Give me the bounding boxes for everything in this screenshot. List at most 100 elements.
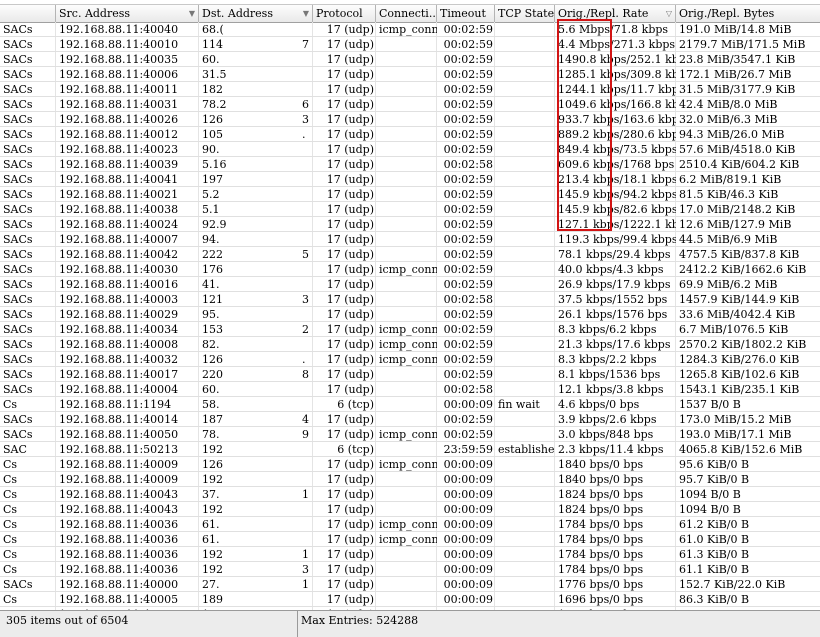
rate-cell: 1784 bps/0 bps [558,533,644,546]
bytes-cell: 61.3 KiB/0 B [679,548,750,561]
table-row[interactable]: SACs 192.168.88.11:40017 220 8 17 (udp) 00:02… [0,367,820,382]
column-header-protocol[interactable]: Protocol [313,5,376,22]
table-row[interactable]: SAC 192.168.88.11:50213 192 6 (tcp) 23:59:59… [0,442,820,457]
table-row[interactable]: SACs 192.168.88.11:40040 68.(17 (udp) icmp_… [0,22,820,37]
table-row[interactable]: SACs 192.168.88.11:40006 31.5 17 (udp) 00:02… [0,67,820,82]
dst-address-cell: 126. [199,352,313,367]
column-menu-icon[interactable]: ▼ [303,5,309,22]
table-row[interactable]: SACs 192.168.88.11:40031 78.2 6 17 (udp) 00:0… [0,97,820,112]
table-row[interactable]: SACs 192.168.88.11:40004 60. 17 (udp) 00:02:… [0,382,820,397]
protocol-cell: 17 (udp) [326,383,374,396]
table-row[interactable]: Cs 192.168.88.11:40009 192 17 (udp) 00:00:09… [0,472,820,487]
column-header-flags[interactable] [0,5,56,22]
table-row[interactable]: SACs 192.168.88.11:40024 92.9 17 (udp) 00:02… [0,217,820,232]
dst-address-cell: 105. [199,127,313,142]
flags-cell: Cs [3,548,18,561]
table-row[interactable]: SACs 192.168.88.11:40000 27. 1 17 (udp) 00:00… [0,577,820,592]
table-row[interactable]: SACs 192.168.88.11:40042 222 5 17 (udp) 00:02… [0,247,820,262]
timeout-cell: 00:02:59 [443,203,493,216]
tcp-state-cell [495,307,555,322]
connection-cell [376,382,437,397]
dst-address-suffix: 6 [302,98,309,111]
tcp-state-cell [495,142,555,157]
table-row[interactable]: SACs 192.168.88.11:40012 105. 17 (udp) 00:02… [0,127,820,142]
bytes-cell: 1457.9 KiB/144.9 KiB [679,293,800,306]
table-row[interactable]: SACs 192.168.88.11:40030 176 17 (udp) icmp_c… [0,262,820,277]
table-row[interactable]: SACs 192.168.88.11:40050 78. 9 17 (udp) icmp_… [0,427,820,442]
table-row[interactable]: Cs 192.168.88.11:40036 192 1 17 (udp) 00:00:0… [0,547,820,562]
protocol-cell: 17 (udp) [326,563,374,576]
bytes-cell: 2412.2 KiB/1662.6 KiB [679,263,807,276]
table-row[interactable]: SACs 192.168.88.11:40021 5.2 17 (udp) 00:02:… [0,187,820,202]
table-row[interactable]: SACs 192.168.88.11:40007 94. 17 (udp) 00:02:… [0,232,820,247]
tcp-state-cell [495,67,555,82]
rate-cell: 8.3 kbps/2.2 kbps [558,353,657,366]
table-row[interactable]: Cs 192.168.88.11:40036 61. 17 (udp) icmp_con… [0,517,820,532]
src-address-cell: 192.168.88.11:40008 [59,338,179,351]
src-address-cell: 192.168.88.11:40017 [59,368,179,381]
rate-cell: 21.3 kbps/17.6 kbps [558,338,671,351]
tcp-state-cell [495,37,555,52]
rate-cell: 1784 bps/0 bps [558,563,644,576]
table-row[interactable]: Cs 192.168.88.11:40043 192 17 (udp) 00:00:09… [0,502,820,517]
table-row[interactable]: SACs 192.168.88.11:40014 187 4 17 (udp) 00:02… [0,412,820,427]
table-row[interactable]: SACs 192.168.88.11:40034 153 2 17 (udp) icmp_… [0,322,820,337]
column-menu-icon[interactable]: ▼ [189,5,195,22]
table-row[interactable]: Cs 192.168.88.11:40043 37. 1 17 (udp) 00:00:0… [0,487,820,502]
column-header-tcp-state[interactable]: TCP State [495,5,555,22]
table-row[interactable]: SACs 192.168.88.11:40008 82. 17 (udp) icmp_c… [0,337,820,352]
table-row[interactable]: SACs 192.168.88.11:40029 95. 17 (udp) 00:02:… [0,307,820,322]
bytes-cell: 152.7 KiB/22.0 KiB [679,578,786,591]
column-header-bytes[interactable]: Orig./Repl. Bytes [676,5,820,22]
bytes-cell: 57.6 MiB/4518.0 KiB [679,143,796,156]
table-row[interactable]: SACs 192.168.88.11:40011 182 17 (udp) 00:02:… [0,82,820,97]
rate-cell: 1840 bps/0 bps [558,473,644,486]
timeout-cell: 00:02:59 [443,278,493,291]
table-row[interactable]: SACs 192.168.88.11:40010 114 7 17 (udp) 00:02… [0,37,820,52]
table-row[interactable]: SACs 192.168.88.11:40039 5.16 17 (udp) 00:02… [0,157,820,172]
dst-address-suffix: 1 [302,548,309,561]
table-row[interactable]: Cs 192.168.88.11:40009 126 17 (udp) icmp_con… [0,457,820,472]
table-row[interactable]: Cs 192.168.88.11:1194 58. 6 (tcp) 00:00:09 fi… [0,397,820,412]
table-row[interactable]: SACs 192.168.88.11:40023 90. 17 (udp) 00:02:… [0,142,820,157]
table-row[interactable]: Cs 192.168.88.11:40036 192 3 17 (udp) 00:00:0… [0,562,820,577]
table-row[interactable]: SACs 192.168.88.11:40016 41. 17 (udp) 00:02:… [0,277,820,292]
timeout-cell: 00:02:59 [443,338,493,351]
dst-address-text: 176 [202,263,223,276]
table-row[interactable]: SACs 192.168.88.11:40041 197 17 (udp) 00:02:… [0,172,820,187]
table-row[interactable]: SACs 192.168.88.11:40032 126. 17 (udp) icmp_… [0,352,820,367]
table-row[interactable]: SACs 192.168.88.11:40026 126 3 17 (udp) 00:02… [0,112,820,127]
tcp-state-cell [495,262,555,277]
timeout-cell: 00:02:59 [443,38,493,51]
src-address-cell: 192.168.88.11:40039 [59,158,179,171]
src-address-cell: 192.168.88.11:50213 [59,443,179,456]
protocol-cell: 17 (udp) [326,173,374,186]
connection-cell: icmp_conn [379,23,437,36]
dst-address-suffix: 9 [302,428,309,441]
column-header-src-address[interactable]: Src. Address ▼ [56,5,199,22]
tcp-state-cell [495,277,555,292]
table-row[interactable]: SACs 192.168.88.11:40035 60. 17 (udp) 00:02:… [0,52,820,67]
sort-descending-icon[interactable]: ▽ [666,5,672,22]
dst-address-text: 192 [202,503,223,516]
tcp-state-cell [495,127,555,142]
timeout-cell: 00:00:09 [443,458,493,471]
dst-address-cell: 192 [199,502,313,517]
table-row[interactable]: SACs 192.168.88.11:40038 5.1 17 (udp) 00:02:… [0,202,820,217]
timeout-cell: 00:02:59 [443,98,493,111]
column-header-dst-address[interactable]: Dst. Address ▼ [199,5,313,22]
table-row[interactable]: SACs 192.168.88.11:40003 121 3 17 (udp) 00:02… [0,292,820,307]
column-header-connection[interactable]: Connecti... [376,5,437,22]
dst-address-text: 82. [202,338,220,351]
flags-cell: SACs [3,83,33,96]
rate-cell: 1784 bps/0 bps [558,548,644,561]
dst-address-cell: 153 2 [199,322,313,337]
tcp-state-cell [495,112,555,127]
connection-cell [376,292,437,307]
bytes-cell: 1284.3 KiB/276.0 KiB [679,353,800,366]
table-row[interactable]: Cs 192.168.88.11:40036 61. 17 (udp) icmp_con… [0,532,820,547]
dst-address-text: 114 [202,38,223,51]
table-row[interactable]: Cs 192.168.88.11:40005 189 17 (udp) 00:00:09… [0,592,820,607]
connection-cell [376,547,437,562]
column-header-timeout[interactable]: Timeout [437,5,495,22]
